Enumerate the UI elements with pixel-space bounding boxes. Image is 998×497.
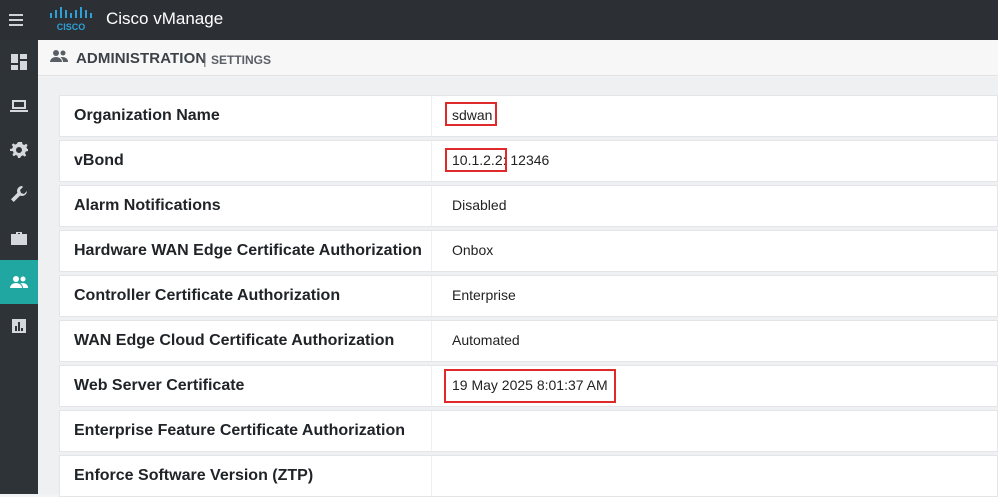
settings-row-enforce-software-version[interactable]: Enforce Software Version (ZTP): [59, 455, 998, 497]
settings-row-wan-edge-cloud-cert[interactable]: WAN Edge Cloud Certificate Authorization…: [59, 320, 998, 362]
sidebar: [0, 40, 38, 494]
setting-label: WAN Edge Cloud Certificate Authorization: [74, 332, 395, 349]
setting-label: Organization Name: [74, 107, 220, 124]
divider: [431, 231, 432, 271]
setting-value: Disabled: [452, 197, 507, 213]
setting-label: Controller Certificate Authorization: [74, 287, 341, 304]
highlight-box-web-server-cert: [444, 369, 616, 403]
page-title: ADMINISTRATION: [76, 50, 207, 67]
settings-row-hardware-wan-edge-cert[interactable]: Hardware WAN Edge Certificate Authorizat…: [59, 230, 998, 272]
vbond-port: : 12346: [502, 152, 550, 168]
sidebar-item-administration[interactable]: [0, 260, 38, 304]
top-bar: CISCO Cisco vManage: [0, 0, 998, 40]
sidebar-item-configuration[interactable]: [0, 128, 38, 172]
users-icon: [50, 50, 68, 62]
menu-icon[interactable]: [0, 0, 32, 40]
setting-label: Web Server Certificate: [74, 377, 245, 394]
sidebar-item-tools[interactable]: [0, 172, 38, 216]
divider: [431, 186, 432, 226]
sidebar-item-analytics[interactable]: [0, 304, 38, 348]
app-title: Cisco vManage: [106, 9, 224, 28]
divider: [431, 96, 432, 136]
divider: [431, 456, 432, 496]
monitor-icon: [10, 100, 28, 112]
divider: [431, 411, 432, 451]
setting-value: Enterprise: [452, 287, 516, 303]
sidebar-item-dashboard[interactable]: [0, 40, 38, 84]
setting-label: Enforce Software Version (ZTP): [74, 467, 314, 484]
highlight-box-organization: [445, 102, 497, 126]
settings-row-alarm-notifications[interactable]: Alarm Notifications Disabled: [59, 185, 998, 227]
setting-label: Enterprise Feature Certificate Authoriza…: [74, 422, 406, 439]
svg-text:CISCO: CISCO: [57, 22, 86, 32]
setting-value: Automated: [452, 332, 520, 348]
settings-row-organization-name[interactable]: Organization Name sdwan: [59, 95, 998, 137]
divider: [431, 366, 432, 406]
sidebar-item-monitor[interactable]: [0, 84, 38, 128]
cisco-logo: CISCO: [50, 7, 92, 32]
wrench-icon: [11, 186, 27, 202]
sidebar-item-maintenance[interactable]: [0, 216, 38, 260]
setting-label: vBond: [74, 152, 124, 169]
settings-row-enterprise-feature-cert[interactable]: Enterprise Feature Certificate Authoriza…: [59, 410, 998, 452]
setting-label: Alarm Notifications: [74, 197, 221, 214]
users-icon: [10, 276, 28, 288]
highlight-box-vbond: [445, 148, 507, 172]
breadcrumb-separator: |: [203, 51, 207, 67]
chart-icon: [12, 319, 26, 333]
divider: [431, 141, 432, 181]
settings-row-controller-cert[interactable]: Controller Certificate Authorization Ent…: [59, 275, 998, 317]
briefcase-icon: [11, 232, 27, 245]
page-header: ADMINISTRATION | SETTINGS: [38, 40, 998, 76]
settings-row-vbond[interactable]: vBond 10.1.2.2: 12346: [59, 140, 998, 182]
settings-panel: Organization Name sdwan vBond 10.1.2.2: …: [38, 77, 998, 497]
divider: [431, 276, 432, 316]
setting-label: Hardware WAN Edge Certificate Authorizat…: [74, 242, 422, 259]
breadcrumb-settings: SETTINGS: [211, 53, 272, 67]
gear-icon: [10, 142, 28, 158]
divider: [431, 321, 432, 361]
dashboard-icon: [11, 54, 27, 70]
setting-value: Onbox: [452, 242, 494, 258]
